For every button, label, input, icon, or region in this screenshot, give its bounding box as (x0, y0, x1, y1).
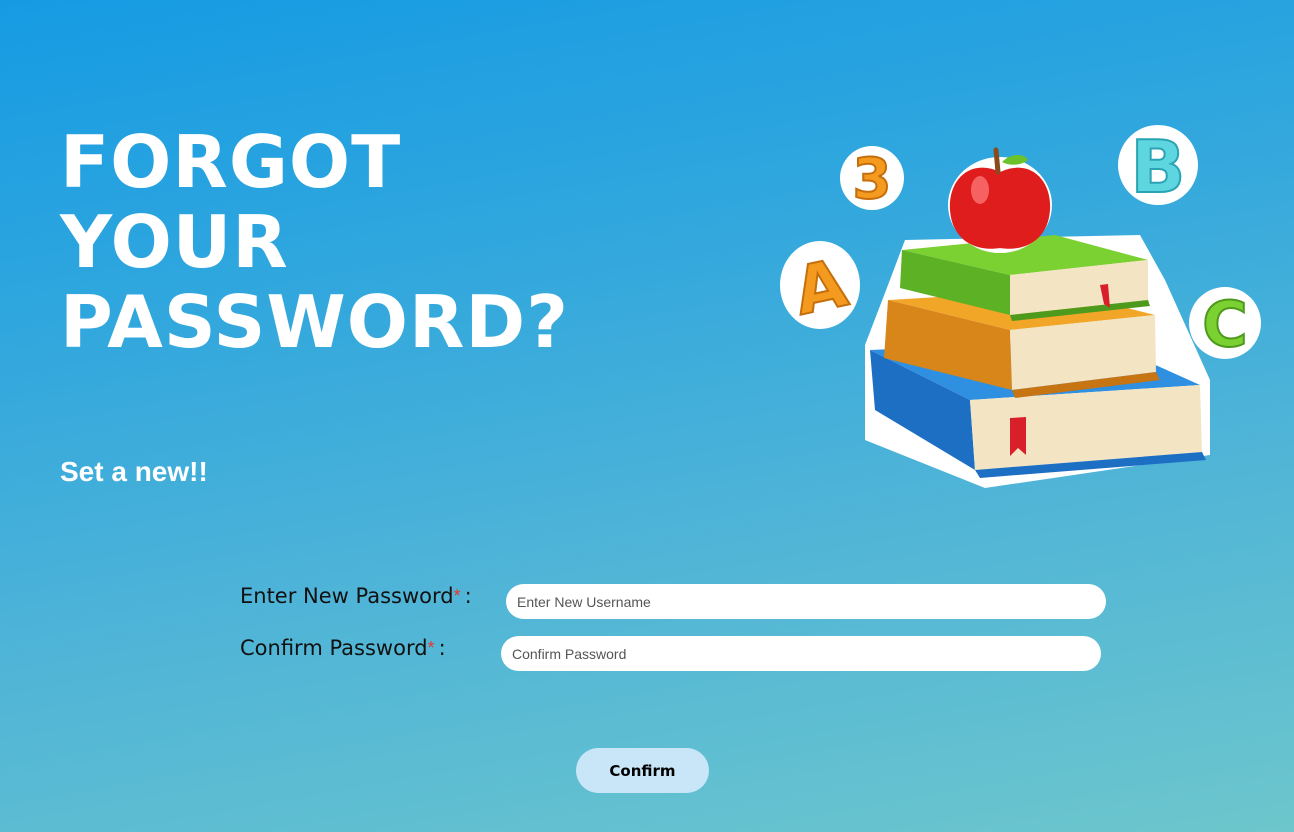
svg-text:3: 3 (853, 147, 892, 212)
confirm-password-input[interactable] (501, 636, 1101, 671)
new-password-label: Enter New Password (240, 584, 454, 608)
books-apple-abc-icon: 3 B A C (780, 124, 1261, 488)
new-password-row: Enter New Password * : (240, 584, 472, 608)
label-colon: : (464, 584, 472, 608)
title-line-1: FORGOT (60, 120, 402, 204)
page-subtitle: Set a new!! (60, 456, 208, 487)
confirm-password-label: Confirm Password (240, 636, 428, 660)
confirm-button[interactable]: Confirm (576, 748, 709, 793)
new-password-input[interactable] (506, 584, 1106, 619)
confirm-password-row: Confirm Password * : (240, 636, 446, 660)
page-title: FORGOT YOUR PASSWORD? (60, 122, 569, 362)
title-line-2: YOUR (60, 200, 289, 284)
label-colon: : (438, 636, 446, 660)
title-line-3: PASSWORD? (60, 280, 569, 364)
svg-text:C: C (1202, 288, 1248, 361)
svg-text:B: B (1131, 125, 1186, 209)
